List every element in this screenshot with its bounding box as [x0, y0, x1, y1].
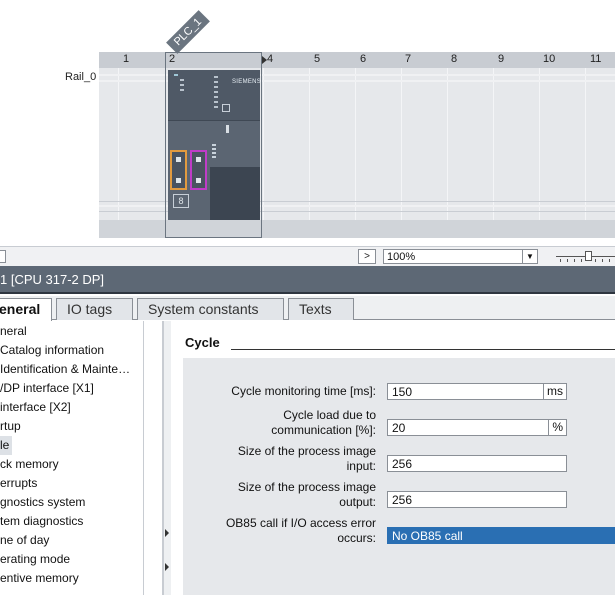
slot-number: 6	[360, 53, 367, 65]
label-line: Cycle load due to	[283, 408, 376, 422]
nav-splitter[interactable]	[163, 321, 171, 595]
slot-number: 8	[451, 53, 458, 65]
slot-divider	[539, 68, 540, 220]
tab-system-constants[interactable]: System constants	[137, 298, 284, 320]
label-line: input:	[346, 459, 376, 473]
rail-label: Rail_0	[65, 71, 97, 83]
field-unit: %	[548, 420, 566, 435]
slot-number: 9	[498, 53, 505, 65]
chevron-down-icon[interactable]: ▼	[522, 250, 537, 263]
horizontal-scrollbar[interactable]	[8, 250, 353, 263]
properties-header: 1 [CPU 317-2 DP]	[0, 266, 615, 294]
nav-item-clock-memory[interactable]: ck memory	[0, 455, 143, 474]
label-line: communication [%]:	[271, 423, 376, 437]
nav-item-general[interactable]: neral	[0, 322, 143, 341]
splitter-arrow-icon[interactable]	[165, 563, 169, 571]
view-toolbar: > 100% ▼	[0, 246, 615, 266]
slot-number: 5	[314, 53, 321, 65]
ob85-call-label: OB85 call if I/O access error occurs:	[226, 516, 376, 546]
nav-item-diagnostics-system[interactable]: gnostics system	[0, 493, 143, 512]
label-line: occurs:	[337, 531, 376, 545]
process-image-output-field[interactable]: 256	[387, 491, 567, 508]
field-value: No OB85 call	[392, 529, 463, 543]
field-unit: ms	[543, 384, 566, 399]
zoom-tick	[602, 259, 603, 262]
nav-item-cycle[interactable]: le	[0, 436, 12, 455]
selected-slot-frame	[165, 52, 262, 238]
splitter-arrow-icon[interactable]	[165, 529, 169, 537]
nav-item-retentive-memory[interactable]: entive memory	[0, 569, 143, 588]
nav-item-dp-interface-x1[interactable]: /DP interface [X1]	[0, 379, 143, 398]
slot-divider	[355, 68, 356, 220]
process-image-input-field[interactable]: 256	[387, 455, 567, 472]
slot-divider	[585, 68, 586, 220]
label-line: OB85 call if I/O access error	[225, 516, 376, 530]
nav-item-label: Catalog information	[0, 343, 105, 357]
slot-divider	[263, 68, 264, 220]
zoom-tick	[560, 259, 561, 262]
field-value: 20	[392, 421, 406, 435]
nav-item-interface-x2[interactable]: interface [X2]	[0, 398, 143, 417]
section-divider	[231, 349, 615, 350]
properties-tabs: eneral IO tags System constants Texts	[0, 296, 615, 321]
label-line: Size of the process image	[237, 480, 376, 494]
label-line: Size of the process image	[237, 444, 376, 458]
nav-item-time-of-day[interactable]: ne of day	[0, 531, 143, 550]
process-image-input-label: Size of the process image input:	[238, 444, 376, 474]
properties-title: 1 [CPU 317-2 DP]	[0, 272, 105, 287]
field-value: 256	[392, 493, 413, 507]
nav-item-operating-mode[interactable]: erating mode	[0, 550, 143, 569]
slot-number: 7	[405, 53, 412, 65]
zoom-tick	[574, 259, 575, 262]
field-value: 256	[392, 457, 413, 471]
cycle-panel: Cycle Cycle monitoring time [ms]: 150 ms…	[171, 321, 615, 595]
horizontal-scrollbar-end[interactable]	[0, 250, 6, 263]
slot-divider	[447, 68, 448, 220]
property-nav-tree: neral Catalog information Identification…	[0, 321, 163, 595]
slot-divider	[493, 68, 494, 220]
cycle-monitoring-time-label: Cycle monitoring time [ms]:	[231, 384, 376, 398]
ob85-call-select[interactable]: No OB85 call	[387, 527, 615, 544]
zoom-tick	[567, 259, 568, 262]
tab-texts[interactable]: Texts	[288, 298, 354, 320]
nav-item-identification[interactable]: Identification & Mainte…	[0, 360, 143, 379]
slot-divider	[118, 68, 119, 220]
slot-number: 10	[543, 53, 556, 65]
nav-item-interrupts[interactable]: errupts	[0, 474, 143, 493]
zoom-tick	[609, 259, 610, 262]
field-value: 150	[392, 385, 413, 399]
zoom-slider-thumb[interactable]	[585, 251, 592, 261]
slot-number: 11	[590, 53, 602, 65]
cycle-form: Cycle monitoring time [ms]: 150 ms Cycle…	[183, 358, 615, 595]
slot-expand-arrow-icon[interactable]	[262, 56, 267, 64]
tab-general[interactable]: eneral	[0, 298, 52, 321]
nav-item-system-diagnostics[interactable]: tem diagnostics	[0, 512, 143, 531]
cycle-monitoring-time-field[interactable]: 150 ms	[387, 383, 567, 400]
slot-divider	[309, 68, 310, 220]
process-image-output-label: Size of the process image output:	[238, 480, 376, 510]
zoom-tick	[581, 259, 582, 262]
zoom-value: 100%	[387, 251, 416, 263]
zoom-select[interactable]: 100% ▼	[383, 249, 538, 264]
slot-number: 1	[123, 53, 130, 65]
cycle-load-field[interactable]: 20 %	[387, 419, 567, 436]
plc-name-tag[interactable]: PLC_1	[166, 10, 210, 54]
cycle-load-label: Cycle load due to communication [%]:	[271, 408, 376, 438]
nav-item-startup[interactable]: rtup	[0, 417, 143, 436]
label-line: output:	[339, 495, 376, 509]
nav-item-catalog-information[interactable]: Catalog information	[0, 341, 143, 360]
zoom-tick	[595, 259, 596, 262]
scroll-right-button[interactable]: >	[358, 249, 376, 264]
slot-number: 4	[267, 53, 274, 65]
device-view[interactable]: 1 2 4 5 6 7 8 9 10 11 Rail_0 PLC_1 SIEME…	[0, 0, 615, 246]
slot-divider	[401, 68, 402, 220]
nav-divider	[143, 321, 144, 595]
section-title: Cycle	[185, 335, 226, 350]
tab-io-tags[interactable]: IO tags	[56, 298, 133, 320]
